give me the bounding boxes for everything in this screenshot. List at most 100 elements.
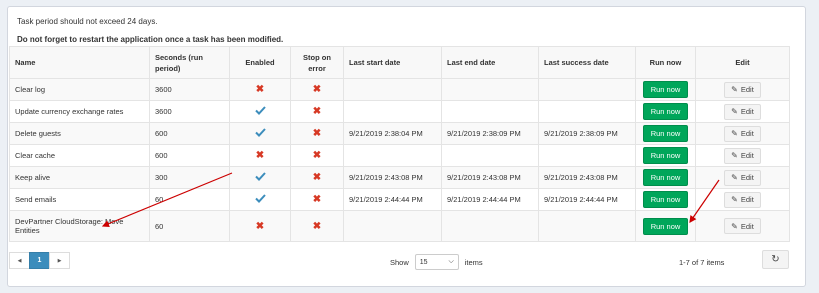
task-last-end (441, 78, 539, 101)
task-last-end: 9/21/2019 2:44:44 PM (441, 188, 539, 211)
run-now-cell: Run now (635, 188, 696, 211)
x-icon: ✖ (255, 84, 265, 95)
run-now-button[interactable]: Run now (642, 217, 689, 235)
pencil-icon: ✎ (731, 129, 738, 138)
edit-label: Edit (740, 107, 754, 116)
task-last-start (343, 100, 442, 123)
pencil-icon: ✎ (731, 151, 738, 160)
task-stop-on-error: ✖ (290, 144, 344, 167)
refresh-button[interactable]: ↻ (762, 250, 789, 269)
edit-button[interactable]: ✎ Edit (724, 218, 761, 234)
table-row: DevPartner CloudStorage: Move Entities 60… (9, 210, 790, 242)
task-seconds: 3600 (149, 78, 230, 101)
check-icon (254, 128, 266, 137)
edit-button[interactable]: ✎ Edit (724, 125, 761, 142)
column-header-seconds[interactable]: Seconds (run period) (149, 46, 230, 79)
pagination: ◀ 1 ▶ (9, 252, 70, 269)
task-last-success: 9/21/2019 2:38:09 PM (538, 122, 636, 145)
column-header-stop-on-error[interactable]: Stop on error (290, 46, 344, 79)
page-size-control: Show 15 ⌵ items (390, 254, 483, 270)
task-last-start: 9/21/2019 2:38:04 PM (343, 122, 442, 145)
task-stop-on-error: ✖ (290, 100, 344, 123)
run-now-cell: Run now (635, 166, 696, 189)
x-icon: ✖ (312, 84, 322, 95)
items-label: items (464, 257, 483, 267)
chevron-right-icon: ▶ (57, 257, 62, 264)
edit-cell: ✎ Edit (695, 100, 790, 123)
task-enabled (229, 122, 291, 145)
task-seconds: 60 (149, 210, 230, 242)
table-row: Keep alive 300 ✖ 9/21/2019 2:43:08 PM 9/21/2… (9, 166, 790, 189)
edit-button[interactable]: ✎ Edit (724, 81, 761, 98)
task-seconds: 3600 (149, 100, 230, 123)
x-icon: ✖ (312, 194, 322, 205)
x-icon: ✖ (255, 150, 265, 161)
run-now-cell: Run now (635, 78, 696, 101)
page-size-value: 15 (419, 258, 428, 266)
run-now-button[interactable]: Run now (642, 191, 689, 208)
edit-cell: ✎ Edit (695, 166, 790, 189)
task-stop-on-error: ✖ (290, 78, 344, 101)
edit-button[interactable]: ✎ Edit (724, 103, 761, 120)
task-enabled: ✖ (229, 144, 291, 167)
column-header-last-end[interactable]: Last end date (441, 46, 539, 79)
task-enabled: ✖ (229, 210, 291, 242)
run-now-button[interactable]: Run now (642, 81, 689, 98)
column-header-enabled[interactable]: Enabled (229, 46, 291, 79)
x-icon: ✖ (255, 220, 265, 232)
task-last-end: 9/21/2019 2:38:09 PM (441, 122, 539, 145)
edit-label: Edit (740, 151, 754, 160)
run-now-cell: Run now (635, 210, 696, 242)
x-icon: ✖ (312, 150, 322, 161)
column-header-last-start[interactable]: Last start date (343, 46, 442, 79)
task-stop-on-error: ✖ (290, 188, 344, 211)
pencil-icon: ✎ (731, 195, 738, 204)
column-header-name[interactable]: Name (9, 46, 150, 79)
edit-cell: ✎ Edit (695, 210, 790, 242)
pager-next-button[interactable]: ▶ (49, 252, 70, 269)
task-name: Keep alive (9, 166, 150, 189)
edit-label: Edit (740, 85, 754, 94)
edit-cell: ✎ Edit (695, 144, 790, 167)
run-now-button[interactable]: Run now (642, 147, 689, 164)
range-text: 1-7 of 7 items (679, 258, 725, 267)
edit-button[interactable]: ✎ Edit (724, 169, 761, 186)
task-stop-on-error: ✖ (290, 210, 344, 242)
edit-button[interactable]: ✎ Edit (724, 191, 761, 208)
task-enabled: ✖ (229, 78, 291, 101)
task-name: Clear log (9, 78, 150, 101)
edit-button[interactable]: ✎ Edit (724, 147, 761, 164)
task-last-success: 9/21/2019 2:44:44 PM (538, 188, 636, 211)
task-last-success (538, 144, 636, 167)
table-row: Clear cache 600 ✖ ✖ Run now ✎ Edit (9, 144, 790, 167)
run-now-button[interactable]: Run now (642, 103, 689, 120)
refresh-icon: ↻ (771, 254, 780, 265)
run-now-button[interactable]: Run now (642, 125, 689, 142)
edit-cell: ✎ Edit (695, 122, 790, 145)
x-icon: ✖ (312, 128, 322, 139)
task-stop-on-error: ✖ (290, 122, 344, 145)
task-last-success: 9/21/2019 2:43:08 PM (538, 166, 636, 189)
task-last-end (441, 100, 539, 123)
pager-page-1[interactable]: 1 (29, 252, 50, 269)
task-name: Delete guests (9, 122, 150, 145)
table-row: Send emails 60 ✖ 9/21/2019 2:44:44 PM 9/21/2… (9, 188, 790, 211)
table-header-row: Name Seconds (run period) Enabled Stop o… (9, 46, 790, 79)
edit-label: Edit (740, 129, 754, 138)
pencil-icon: ✎ (731, 173, 738, 182)
task-name: Update currency exchange rates (9, 100, 150, 123)
task-enabled (229, 100, 291, 123)
page-size-select[interactable]: 15 ⌵ (414, 254, 459, 270)
task-last-end: 9/21/2019 2:43:08 PM (441, 166, 539, 189)
pencil-icon: ✎ (731, 221, 738, 231)
pencil-icon: ✎ (731, 85, 738, 94)
column-header-last-success[interactable]: Last success date (538, 46, 636, 79)
run-now-cell: Run now (635, 100, 696, 123)
edit-label: Edit (740, 221, 754, 231)
check-icon (254, 172, 266, 181)
pager-prev-button[interactable]: ◀ (9, 252, 30, 269)
task-last-success (538, 78, 636, 101)
schedule-tasks-table: Name Seconds (run period) Enabled Stop o… (9, 46, 790, 242)
check-icon (254, 106, 266, 115)
run-now-button[interactable]: Run now (642, 169, 689, 186)
